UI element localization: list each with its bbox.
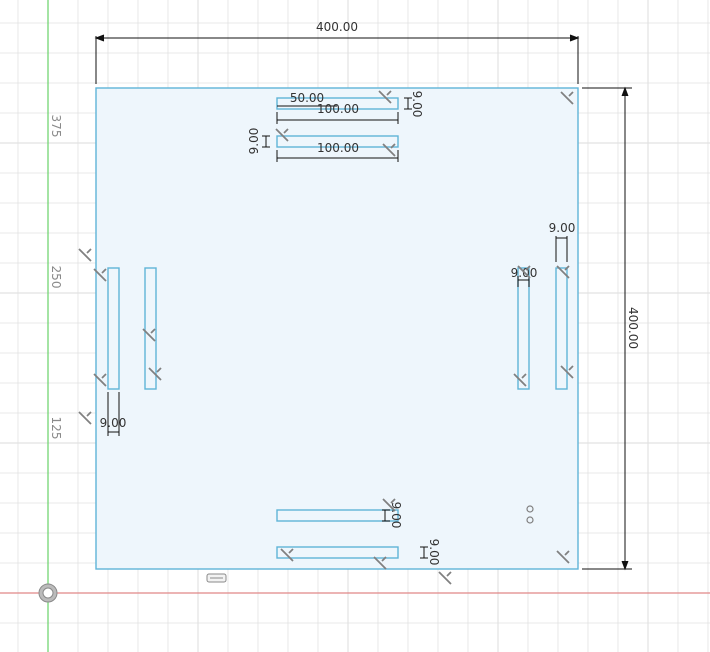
dim-bottom-slot2-thickness[interactable]: 9.00: [427, 539, 441, 566]
constraint-icon[interactable]: [78, 411, 92, 425]
axis-label-125: 125: [49, 417, 63, 440]
constraint-icon[interactable]: [438, 571, 452, 585]
dim-right-slot-outer-width[interactable]: 9.00: [549, 221, 576, 235]
dim-left-slot-width[interactable]: 9.00: [100, 416, 127, 430]
sketch-palette-icon[interactable]: [206, 573, 227, 583]
dim-top-slot1-thickness[interactable]: 9.00: [410, 91, 424, 118]
sketch-canvas[interactable]: 375 250 125 400.00 400.00 50.00 100.00 1…: [0, 0, 710, 652]
dim-top-slot2-length[interactable]: 100.00: [317, 141, 359, 155]
dim-height-right[interactable]: 400.00: [626, 307, 640, 349]
axis-label-250: 250: [49, 266, 63, 289]
dim-top-slot1-length[interactable]: 100.00: [317, 102, 359, 116]
axis-label-375: 375: [49, 115, 63, 138]
dim-top-slot2-thickness[interactable]: 9.00: [247, 128, 261, 155]
base-plate-profile[interactable]: [95, 87, 579, 570]
constraint-icon[interactable]: [78, 248, 92, 262]
dim-width-top[interactable]: 400.00: [316, 20, 358, 34]
origin-icon[interactable]: [38, 583, 58, 603]
dim-bottom-slot1-thickness[interactable]: 9.00: [389, 502, 403, 529]
